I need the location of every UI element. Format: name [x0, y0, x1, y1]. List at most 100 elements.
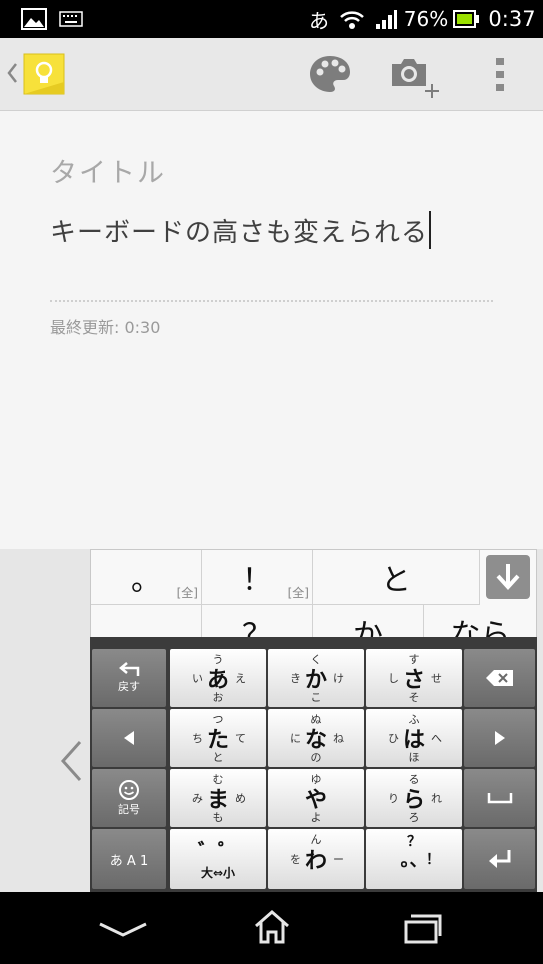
flick-keyboard: 戻す う い あ え お く き か け こ す し さ せ そ つ ち た て…	[90, 637, 537, 892]
candidate-item[interactable]: なら	[424, 605, 536, 640]
up-button[interactable]	[0, 38, 72, 110]
flick-right: め	[235, 792, 246, 805]
cursor-left-key[interactable]	[92, 709, 166, 767]
backspace-icon	[485, 670, 513, 686]
flick-bottom: 大⇔小	[200, 866, 236, 880]
keep-bulb-icon	[22, 52, 68, 102]
status-bar: あ 76% 0:37	[0, 0, 543, 38]
back-chevron-icon	[6, 62, 18, 88]
backspace-key[interactable]	[464, 649, 535, 707]
recent-apps-button[interactable]	[402, 912, 442, 946]
flick-right: ね	[333, 732, 344, 745]
emoji-symbol-key[interactable]: 記号	[92, 769, 166, 827]
overflow-menu-button[interactable]	[488, 56, 512, 94]
key-ya[interactable]: ゆ や よ	[268, 769, 364, 827]
flick-left: り	[388, 792, 399, 805]
flick-left: に	[290, 732, 301, 745]
flick-right: て	[235, 732, 246, 745]
key-main: ゛゜	[198, 839, 238, 863]
note-body-field[interactable]: キーボードの高さも変えられる	[50, 211, 432, 249]
candidate-item[interactable]: 、	[91, 605, 202, 640]
add-photo-icon	[392, 59, 439, 98]
divider	[50, 300, 493, 302]
overflow-menu-icon	[496, 58, 504, 91]
ime-indicator: あ	[309, 8, 329, 33]
candidate-item[interactable]: 。 [全]	[91, 550, 202, 605]
flick-bottom: よ	[310, 811, 322, 824]
keyboard-icon	[58, 0, 84, 38]
space-key[interactable]	[464, 769, 535, 827]
flick-top: う	[212, 653, 224, 666]
undo-icon	[119, 662, 140, 676]
key-ta[interactable]: つ ち た て と	[170, 709, 266, 767]
space-icon	[487, 793, 512, 804]
battery-icon	[452, 0, 480, 38]
recent-apps-icon	[404, 914, 442, 944]
flick-top: る	[408, 773, 420, 786]
candidate-item[interactable]: ？	[202, 605, 313, 640]
flick-right: え	[235, 672, 246, 685]
note-body-text: キーボードの高さも変えられる	[50, 218, 429, 248]
flick-bottom: そ	[408, 691, 420, 704]
flick-left: ち	[192, 732, 203, 745]
flick-bottom: お	[212, 691, 224, 704]
candidate-item[interactable]: か	[313, 605, 424, 640]
flick-right: せ	[431, 672, 442, 685]
palette-button[interactable]	[308, 54, 356, 96]
flick-left: み	[192, 792, 203, 805]
add-photo-button[interactable]	[388, 54, 444, 104]
text-cursor	[429, 211, 432, 249]
key-na[interactable]: ぬ に な ね の	[268, 709, 364, 767]
key-sa[interactable]: す し さ せ そ	[366, 649, 462, 707]
flick-top: く	[310, 653, 322, 666]
flick-left: い	[192, 672, 203, 685]
clock: 0:37	[488, 7, 536, 31]
triangle-left-icon	[124, 731, 134, 745]
triangle-right-icon	[494, 731, 505, 745]
navigation-bar	[0, 892, 543, 964]
flick-top: ふ	[408, 713, 420, 726]
home-button[interactable]	[252, 908, 292, 946]
punctuation-key[interactable]: ？ 。、 ！	[366, 829, 462, 889]
enter-icon	[488, 850, 510, 868]
flick-bottom: ほ	[408, 751, 420, 764]
flick-bottom: と	[212, 751, 224, 764]
flick-left: き	[290, 672, 301, 685]
flick-top: つ	[212, 713, 224, 726]
candidate-tag: [全]	[287, 586, 309, 600]
collapse-candidates-button[interactable]	[486, 555, 530, 599]
chevron-left-icon	[60, 740, 82, 782]
back-button[interactable]	[96, 914, 150, 944]
flick-right: へ	[431, 732, 442, 745]
flick-top: む	[212, 773, 224, 786]
input-mode-key[interactable]: あ A 1	[92, 829, 166, 889]
candidate-tag: [全]	[176, 586, 198, 600]
key-ra[interactable]: る り ら れ ろ	[366, 769, 462, 827]
flick-left: を	[290, 853, 301, 866]
flick-bottom: の	[310, 751, 322, 764]
dakuten-key[interactable]: ゛゜ 大⇔小	[170, 829, 266, 889]
key-ma[interactable]: む み ま め も	[170, 769, 266, 827]
cursor-right-key[interactable]	[464, 709, 535, 767]
candidate-item[interactable]: と	[313, 550, 480, 605]
undo-key[interactable]: 戻す	[92, 649, 166, 707]
input-mode-label: あ A 1	[109, 853, 149, 869]
key-ka[interactable]: く き か け こ	[268, 649, 364, 707]
key-main: わ	[304, 849, 327, 874]
enter-key[interactable]	[464, 829, 535, 889]
candidate-item[interactable]: ！ [全]	[202, 550, 313, 605]
signal-icon	[372, 0, 400, 38]
arrow-down-icon	[496, 564, 520, 590]
flick-top: ぬ	[310, 713, 322, 726]
title-field[interactable]: タイトル	[50, 151, 166, 190]
key-ha[interactable]: ふ ひ は へ ほ	[366, 709, 462, 767]
candidate-text: 。	[131, 563, 161, 598]
flick-right: れ	[431, 792, 442, 805]
candidate-text: ！	[242, 563, 272, 598]
home-icon	[255, 910, 289, 944]
flick-top: ゆ	[310, 773, 322, 786]
key-a[interactable]: う い あ え お	[170, 649, 266, 707]
flick-bottom: ろ	[408, 811, 420, 824]
keyboard-shift-left-arrow[interactable]	[58, 739, 84, 787]
key-wa[interactable]: ん を わ ー	[268, 829, 364, 889]
